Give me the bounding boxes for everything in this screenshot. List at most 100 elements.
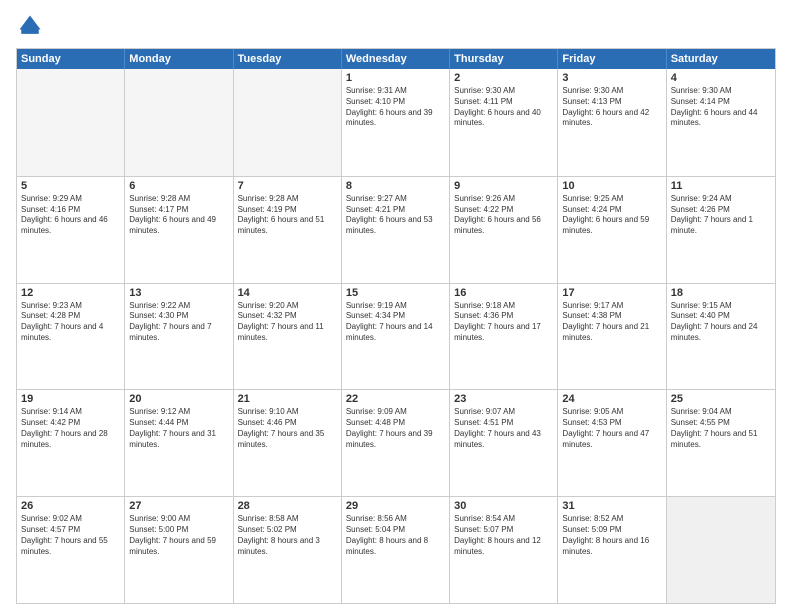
calendar-cell-day-19: 19 Sunrise: 9:14 AM Sunset: 4:42 PM Dayli… xyxy=(17,390,125,496)
day-number: 18 xyxy=(671,287,771,299)
cell-info: Sunrise: 9:18 AM Sunset: 4:36 PM Dayligh… xyxy=(454,301,553,344)
calendar-body: 1 Sunrise: 9:31 AM Sunset: 4:10 PM Daylig… xyxy=(17,69,775,603)
day-number: 15 xyxy=(346,287,445,299)
calendar-cell-day-3: 3Sunrise: 9:30 AM Sunset: 4:13 PM Daylig… xyxy=(558,69,666,176)
cell-info: Sunrise: 9:27 AM Sunset: 4:21 PM Dayligh… xyxy=(346,194,445,237)
calendar-cell-day-24: 24 Sunrise: 9:05 AM Sunset: 4:53 PM Dayli… xyxy=(558,390,666,496)
day-number: 5 xyxy=(21,180,120,192)
cell-info: Sunrise: 9:28 AM Sunset: 4:17 PM Dayligh… xyxy=(129,194,228,237)
day-number: 23 xyxy=(454,393,553,405)
day-number: 3 xyxy=(562,72,661,84)
calendar-row-0: 1 Sunrise: 9:31 AM Sunset: 4:10 PM Daylig… xyxy=(17,69,775,176)
calendar-cell-day-7: 7 Sunrise: 9:28 AM Sunset: 4:19 PM Daylig… xyxy=(234,177,342,283)
cell-info: Sunrise: 9:29 AM Sunset: 4:16 PM Dayligh… xyxy=(21,194,120,237)
calendar-cell-empty-0-2 xyxy=(234,69,342,176)
page: SundayMondayTuesdayWednesdayThursdayFrid… xyxy=(0,0,792,612)
cell-info: Sunrise: 9:10 AM Sunset: 4:46 PM Dayligh… xyxy=(238,407,337,450)
calendar-cell-empty-0-0 xyxy=(17,69,125,176)
cell-info: Sunrise: 9:19 AM Sunset: 4:34 PM Dayligh… xyxy=(346,301,445,344)
calendar-cell-day-30: 30Sunrise: 8:54 AM Sunset: 5:07 PM Dayli… xyxy=(450,497,558,603)
calendar-row-3: 19 Sunrise: 9:14 AM Sunset: 4:42 PM Dayli… xyxy=(17,389,775,496)
calendar-cell-day-16: 16 Sunrise: 9:18 AM Sunset: 4:36 PM Dayli… xyxy=(450,284,558,390)
cell-info: Sunrise: 9:07 AM Sunset: 4:51 PM Dayligh… xyxy=(454,407,553,450)
cell-info: Sunrise: 8:58 AM Sunset: 5:02 PM Dayligh… xyxy=(238,514,337,557)
weekday-header-friday: Friday xyxy=(558,49,666,69)
logo-icon xyxy=(16,12,44,40)
cell-info: Sunrise: 9:31 AM Sunset: 4:10 PM Dayligh… xyxy=(346,86,445,129)
calendar-cell-day-26: 26Sunrise: 9:02 AM Sunset: 4:57 PM Dayli… xyxy=(17,497,125,603)
day-number: 25 xyxy=(671,393,771,405)
cell-info: Sunrise: 9:25 AM Sunset: 4:24 PM Dayligh… xyxy=(562,194,661,237)
calendar-cell-day-10: 10 Sunrise: 9:25 AM Sunset: 4:24 PM Dayli… xyxy=(558,177,666,283)
calendar-cell-day-9: 9Sunrise: 9:26 AM Sunset: 4:22 PM Daylig… xyxy=(450,177,558,283)
cell-info: Sunrise: 9:12 AM Sunset: 4:44 PM Dayligh… xyxy=(129,407,228,450)
calendar-cell-day-28: 28 Sunrise: 8:58 AM Sunset: 5:02 PM Dayli… xyxy=(234,497,342,603)
calendar-cell-day-25: 25 Sunrise: 9:04 AM Sunset: 4:55 PM Dayli… xyxy=(667,390,775,496)
day-number: 8 xyxy=(346,180,445,192)
day-number: 10 xyxy=(562,180,661,192)
day-number: 11 xyxy=(671,180,771,192)
calendar-cell-day-15: 15 Sunrise: 9:19 AM Sunset: 4:34 PM Dayli… xyxy=(342,284,450,390)
day-number: 13 xyxy=(129,287,228,299)
calendar-cell-day-4: 4 Sunrise: 9:30 AM Sunset: 4:14 PM Daylig… xyxy=(667,69,775,176)
cell-info: Sunrise: 9:28 AM Sunset: 4:19 PM Dayligh… xyxy=(238,194,337,237)
day-number: 26 xyxy=(21,500,120,512)
cell-info: Sunrise: 9:05 AM Sunset: 4:53 PM Dayligh… xyxy=(562,407,661,450)
calendar-cell-day-13: 13 Sunrise: 9:22 AM Sunset: 4:30 PM Dayli… xyxy=(125,284,233,390)
day-number: 28 xyxy=(238,500,337,512)
day-number: 29 xyxy=(346,500,445,512)
calendar-cell-day-22: 22Sunrise: 9:09 AM Sunset: 4:48 PM Dayli… xyxy=(342,390,450,496)
weekday-header-tuesday: Tuesday xyxy=(234,49,342,69)
weekday-header-saturday: Saturday xyxy=(667,49,775,69)
calendar-cell-day-18: 18 Sunrise: 9:15 AM Sunset: 4:40 PM Dayli… xyxy=(667,284,775,390)
weekday-header-thursday: Thursday xyxy=(450,49,558,69)
day-number: 1 xyxy=(346,72,445,84)
cell-info: Sunrise: 8:56 AM Sunset: 5:04 PM Dayligh… xyxy=(346,514,445,557)
cell-info: Sunrise: 9:22 AM Sunset: 4:30 PM Dayligh… xyxy=(129,301,228,344)
calendar-cell-day-12: 12Sunrise: 9:23 AM Sunset: 4:28 PM Dayli… xyxy=(17,284,125,390)
cell-info: Sunrise: 9:30 AM Sunset: 4:14 PM Dayligh… xyxy=(671,86,771,129)
day-number: 4 xyxy=(671,72,771,84)
weekday-header-sunday: Sunday xyxy=(17,49,125,69)
header xyxy=(16,12,776,40)
day-number: 30 xyxy=(454,500,553,512)
day-number: 20 xyxy=(129,393,228,405)
day-number: 6 xyxy=(129,180,228,192)
day-number: 27 xyxy=(129,500,228,512)
calendar-cell-empty-0-1 xyxy=(125,69,233,176)
cell-info: Sunrise: 9:14 AM Sunset: 4:42 PM Dayligh… xyxy=(21,407,120,450)
calendar-cell-day-17: 17Sunrise: 9:17 AM Sunset: 4:38 PM Dayli… xyxy=(558,284,666,390)
cell-info: Sunrise: 9:15 AM Sunset: 4:40 PM Dayligh… xyxy=(671,301,771,344)
calendar-cell-day-21: 21 Sunrise: 9:10 AM Sunset: 4:46 PM Dayli… xyxy=(234,390,342,496)
day-number: 24 xyxy=(562,393,661,405)
calendar-cell-day-6: 6 Sunrise: 9:28 AM Sunset: 4:17 PM Daylig… xyxy=(125,177,233,283)
day-number: 12 xyxy=(21,287,120,299)
calendar-cell-day-14: 14 Sunrise: 9:20 AM Sunset: 4:32 PM Dayli… xyxy=(234,284,342,390)
calendar: SundayMondayTuesdayWednesdayThursdayFrid… xyxy=(16,48,776,604)
calendar-cell-day-11: 11 Sunrise: 9:24 AM Sunset: 4:26 PM Dayli… xyxy=(667,177,775,283)
cell-info: Sunrise: 9:24 AM Sunset: 4:26 PM Dayligh… xyxy=(671,194,771,237)
calendar-cell-day-2: 2 Sunrise: 9:30 AM Sunset: 4:11 PM Daylig… xyxy=(450,69,558,176)
day-number: 14 xyxy=(238,287,337,299)
cell-info: Sunrise: 8:52 AM Sunset: 5:09 PM Dayligh… xyxy=(562,514,661,557)
weekday-header-wednesday: Wednesday xyxy=(342,49,450,69)
day-number: 16 xyxy=(454,287,553,299)
cell-info: Sunrise: 9:20 AM Sunset: 4:32 PM Dayligh… xyxy=(238,301,337,344)
calendar-cell-day-1: 1 Sunrise: 9:31 AM Sunset: 4:10 PM Daylig… xyxy=(342,69,450,176)
calendar-cell-day-29: 29 Sunrise: 8:56 AM Sunset: 5:04 PM Dayli… xyxy=(342,497,450,603)
day-number: 7 xyxy=(238,180,337,192)
cell-info: Sunrise: 9:04 AM Sunset: 4:55 PM Dayligh… xyxy=(671,407,771,450)
day-number: 21 xyxy=(238,393,337,405)
calendar-row-1: 5 Sunrise: 9:29 AM Sunset: 4:16 PM Daylig… xyxy=(17,176,775,283)
calendar-cell-day-8: 8 Sunrise: 9:27 AM Sunset: 4:21 PM Daylig… xyxy=(342,177,450,283)
calendar-header: SundayMondayTuesdayWednesdayThursdayFrid… xyxy=(17,49,775,69)
calendar-cell-day-23: 23 Sunrise: 9:07 AM Sunset: 4:51 PM Dayli… xyxy=(450,390,558,496)
day-number: 31 xyxy=(562,500,661,512)
calendar-row-4: 26Sunrise: 9:02 AM Sunset: 4:57 PM Dayli… xyxy=(17,496,775,603)
day-number: 19 xyxy=(21,393,120,405)
day-number: 17 xyxy=(562,287,661,299)
weekday-header-monday: Monday xyxy=(125,49,233,69)
cell-info: Sunrise: 9:30 AM Sunset: 4:11 PM Dayligh… xyxy=(454,86,553,129)
day-number: 22 xyxy=(346,393,445,405)
day-number: 2 xyxy=(454,72,553,84)
